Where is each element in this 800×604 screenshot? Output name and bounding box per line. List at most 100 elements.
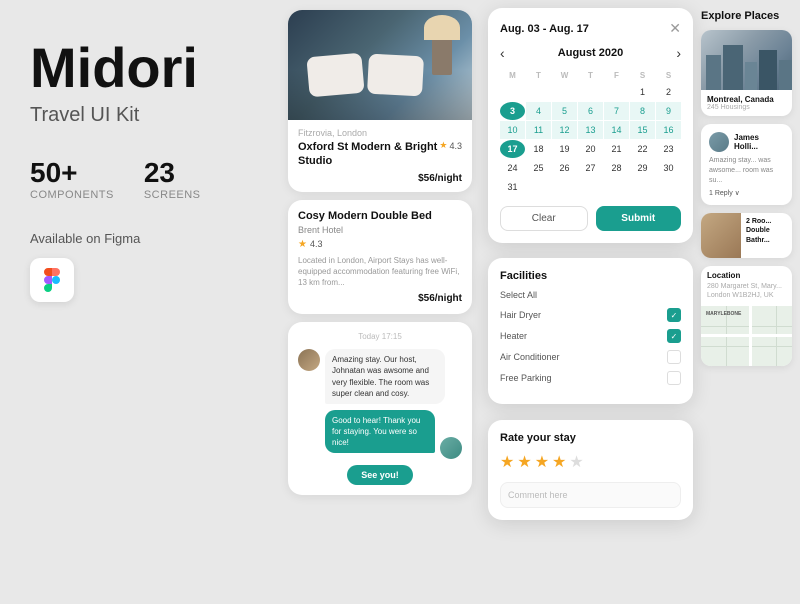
- cal-day[interactable]: 1: [630, 83, 655, 101]
- cal-day[interactable]: 4: [526, 102, 551, 120]
- room-mini-info: 2 Roo...DoubleBathr...: [741, 213, 776, 258]
- review-card: James Holli... Amazing stay... was awsom…: [701, 124, 792, 205]
- cal-day[interactable]: 25: [526, 159, 551, 177]
- facility-checkbox[interactable]: [667, 308, 681, 322]
- stat-label-screens: SCREENS: [144, 189, 201, 201]
- cal-day[interactable]: 3: [500, 102, 525, 120]
- cal-day-header: F: [604, 69, 629, 82]
- cal-day[interactable]: 7: [604, 102, 629, 120]
- reply-link[interactable]: 1 Reply ∨: [709, 189, 784, 197]
- facility-checkbox[interactable]: [667, 350, 681, 364]
- rate-star-3[interactable]: ★: [535, 452, 549, 472]
- location-card[interactable]: Location 280 Margaret St, Mary...London …: [701, 266, 792, 365]
- cal-day[interactable]: 27: [578, 159, 603, 177]
- facility-label: Air Conditioner: [500, 352, 560, 362]
- hotel-image-1: [288, 10, 472, 120]
- cal-day[interactable]: 14: [604, 121, 629, 139]
- clear-button[interactable]: Clear: [500, 206, 588, 231]
- cal-day[interactable]: 20: [578, 140, 603, 158]
- rate-star-4[interactable]: ★: [552, 452, 566, 472]
- hotel-price-2: $56/night: [298, 293, 462, 304]
- location-info: Location 280 Margaret St, Mary...London …: [701, 266, 792, 305]
- see-you-button[interactable]: See you!: [347, 465, 413, 485]
- reviewer-avatar: [709, 132, 729, 152]
- rate-star-2[interactable]: ★: [517, 452, 531, 472]
- cal-day[interactable]: 13: [578, 121, 603, 139]
- calendar-date-range: Aug. 03 - Aug. 17: [500, 23, 589, 35]
- comment-input[interactable]: Comment here: [500, 482, 681, 508]
- cal-day[interactable]: 9: [656, 102, 681, 120]
- cal-day[interactable]: 2: [656, 83, 681, 101]
- cal-day[interactable]: 6: [578, 102, 603, 120]
- select-all[interactable]: Select All: [500, 290, 681, 300]
- brand-title: Midori: [30, 40, 250, 96]
- middle-panel: Fitzrovia, London Oxford St Modern & Bri…: [280, 0, 480, 604]
- place-card-montreal[interactable]: Montreal, Canada 245 Housings: [701, 30, 792, 116]
- calendar-grid: MTWTFSS123456789101112131415161718192021…: [500, 69, 681, 196]
- stat-components: 50+ COMPONENTS: [30, 157, 114, 201]
- hotel-card-2[interactable]: Cosy Modern Double Bed Brent Hotel ★ 4.3…: [288, 200, 472, 315]
- calendar-header: Aug. 03 - Aug. 17 ✕: [500, 20, 681, 37]
- calendar-actions: Clear Submit: [500, 206, 681, 231]
- cal-day[interactable]: 17: [500, 140, 525, 158]
- chat-msg-left: Amazing stay. Our host, Johnatan was aws…: [298, 349, 462, 404]
- hotel-card-body-2: Cosy Modern Double Bed Brent Hotel ★ 4.3…: [288, 200, 472, 315]
- cal-day: [578, 83, 603, 101]
- rate-title: Rate your stay: [500, 432, 681, 444]
- next-month-icon[interactable]: ›: [676, 45, 681, 61]
- figma-icon: [30, 258, 74, 302]
- hotel-desc-2: Located in London, Airport Stays has wel…: [298, 255, 462, 289]
- cal-day[interactable]: 21: [604, 140, 629, 158]
- chat-time: Today 17:15: [298, 332, 462, 341]
- hotel-card-1[interactable]: Fitzrovia, London Oxford St Modern & Bri…: [288, 10, 472, 192]
- cal-day[interactable]: 16: [656, 121, 681, 139]
- cal-day[interactable]: 24: [500, 159, 525, 177]
- cal-day-header: T: [526, 69, 551, 82]
- cal-day[interactable]: 11: [526, 121, 551, 139]
- hotel-name-2: Cosy Modern Double Bed: [298, 210, 462, 222]
- facilities-title: Facilities: [500, 270, 681, 282]
- facility-label: Heater: [500, 331, 527, 341]
- cal-day[interactable]: 12: [552, 121, 577, 139]
- reviewer-name: James Holli...: [734, 133, 784, 151]
- place-name-montreal: Montreal, Canada: [707, 95, 786, 104]
- chat-card: Today 17:15 Amazing stay. Our host, John…: [288, 322, 472, 495]
- cal-day[interactable]: 28: [604, 159, 629, 177]
- star-1: ★: [298, 239, 307, 250]
- submit-button[interactable]: Submit: [596, 206, 682, 231]
- close-icon[interactable]: ✕: [669, 20, 681, 37]
- rate-star-5[interactable]: ★: [569, 452, 583, 472]
- calendar-nav: ‹ August 2020 ›: [500, 45, 681, 61]
- cal-day[interactable]: 22: [630, 140, 655, 158]
- cal-day[interactable]: 23: [656, 140, 681, 158]
- room-mini-card[interactable]: 2 Roo...DoubleBathr...: [701, 213, 792, 258]
- cal-day[interactable]: 8: [630, 102, 655, 120]
- facility-item: Air Conditioner: [500, 350, 681, 364]
- facility-item: Free Parking: [500, 371, 681, 385]
- cal-day-header: S: [630, 69, 655, 82]
- cal-day[interactable]: 18: [526, 140, 551, 158]
- location-address: 280 Margaret St, Mary...London W1B2HJ, U…: [707, 282, 786, 300]
- cal-day[interactable]: 29: [630, 159, 655, 177]
- hotel-location-1: Fitzrovia, London: [298, 128, 462, 138]
- cal-day[interactable]: 31: [500, 178, 525, 196]
- rate-star-1[interactable]: ★: [500, 452, 514, 472]
- cal-day[interactable]: 10: [500, 121, 525, 139]
- cal-day[interactable]: 30: [656, 159, 681, 177]
- cal-day[interactable]: 15: [630, 121, 655, 139]
- prev-month-icon[interactable]: ‹: [500, 45, 505, 61]
- stat-screens: 23 SCREENS: [144, 157, 201, 201]
- reviewer-row: James Holli...: [709, 132, 784, 152]
- facility-checkbox[interactable]: [667, 329, 681, 343]
- facility-item: Heater: [500, 329, 681, 343]
- stat-number-components: 50+: [30, 157, 114, 189]
- cal-day[interactable]: 26: [552, 159, 577, 177]
- hotel-name-1: Oxford St Modern & Bright Studio: [298, 140, 439, 169]
- facility-checkbox[interactable]: [667, 371, 681, 385]
- stats-row: 50+ COMPONENTS 23 SCREENS: [30, 157, 250, 201]
- hotel-card-body-1: Fitzrovia, London Oxford St Modern & Bri…: [288, 120, 472, 192]
- cal-day[interactable]: 5: [552, 102, 577, 120]
- room-mini-name: 2 Roo...DoubleBathr...: [746, 217, 771, 244]
- cal-day[interactable]: 19: [552, 140, 577, 158]
- stat-label-components: COMPONENTS: [30, 189, 114, 201]
